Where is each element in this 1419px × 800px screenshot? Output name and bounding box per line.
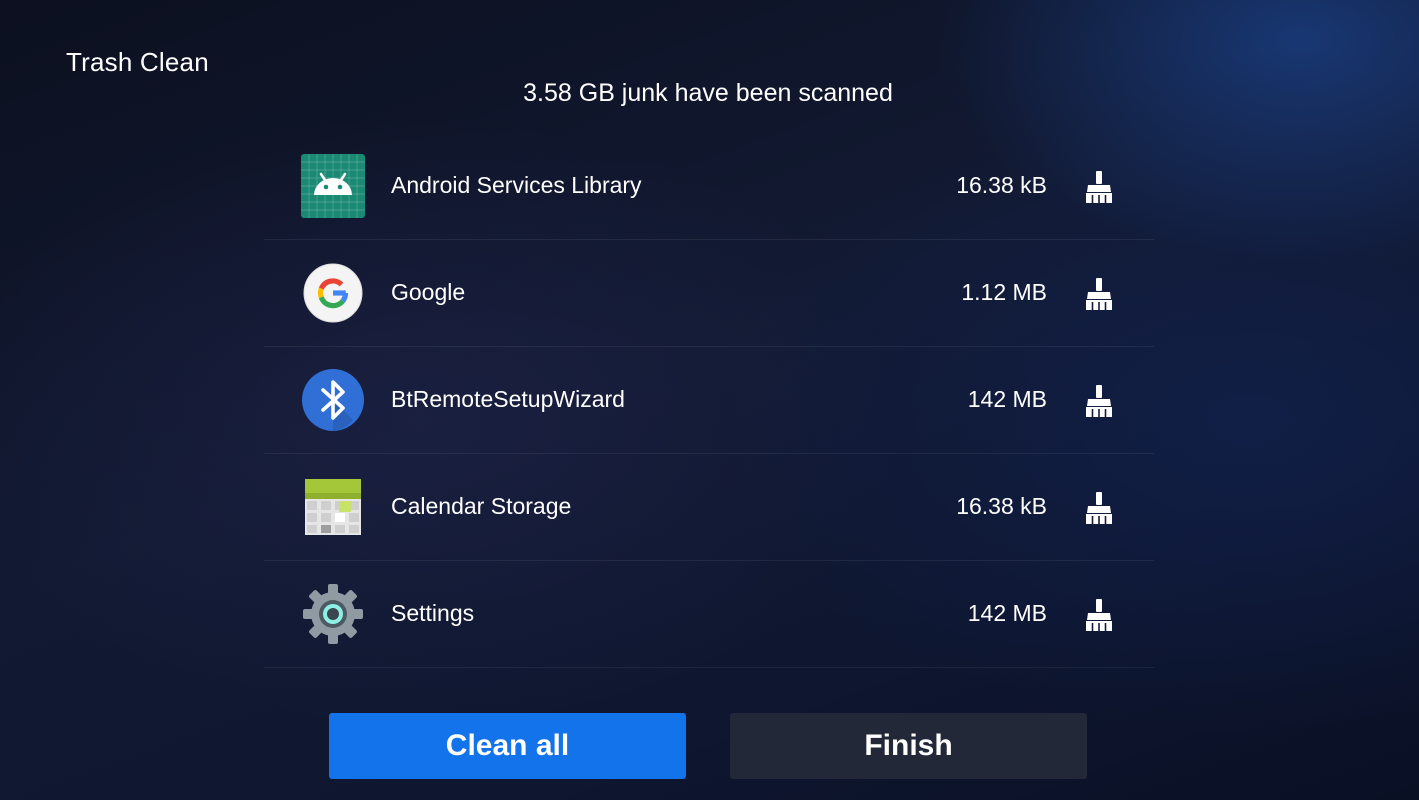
junk-list: Android Services Library 16.38 kB Google… xyxy=(264,133,1154,668)
list-item[interactable]: Settings 142 MB xyxy=(264,561,1154,668)
scan-summary: 3.58 GB junk have been scanned xyxy=(523,79,893,107)
list-item[interactable]: Calendar Storage 16.38 kB xyxy=(264,454,1154,561)
broom-icon[interactable] xyxy=(1082,170,1116,204)
bluetooth-icon xyxy=(302,369,364,431)
app-name: Calendar Storage xyxy=(391,493,572,519)
broom-icon[interactable] xyxy=(1082,491,1116,525)
android-icon xyxy=(301,154,365,218)
app-name: Settings xyxy=(391,600,475,626)
app-name: Android Services Library xyxy=(391,172,642,198)
junk-size: 16.38 kB xyxy=(956,493,1047,519)
list-item[interactable]: Android Services Library 16.38 kB xyxy=(264,133,1154,240)
clean-all-button[interactable]: Clean all xyxy=(329,713,686,779)
calendar-storage-icon xyxy=(305,479,361,535)
broom-icon[interactable] xyxy=(1082,277,1116,311)
app-name: BtRemoteSetupWizard xyxy=(391,386,625,412)
junk-size: 142 MB xyxy=(967,386,1047,412)
junk-size: 142 MB xyxy=(967,600,1047,626)
list-item[interactable]: Google 1.12 MB xyxy=(264,240,1154,347)
broom-icon[interactable] xyxy=(1082,384,1116,418)
list-item[interactable]: BtRemoteSetupWizard 142 MB xyxy=(264,347,1154,454)
broom-icon[interactable] xyxy=(1082,598,1116,632)
finish-button[interactable]: Finish xyxy=(730,713,1087,779)
settings-gear-icon xyxy=(303,584,363,644)
junk-size: 16.38 kB xyxy=(956,172,1047,198)
google-icon xyxy=(303,263,363,323)
app-name: Google xyxy=(391,279,466,305)
page-title: Trash Clean xyxy=(66,47,209,77)
junk-size: 1.12 MB xyxy=(961,279,1047,305)
